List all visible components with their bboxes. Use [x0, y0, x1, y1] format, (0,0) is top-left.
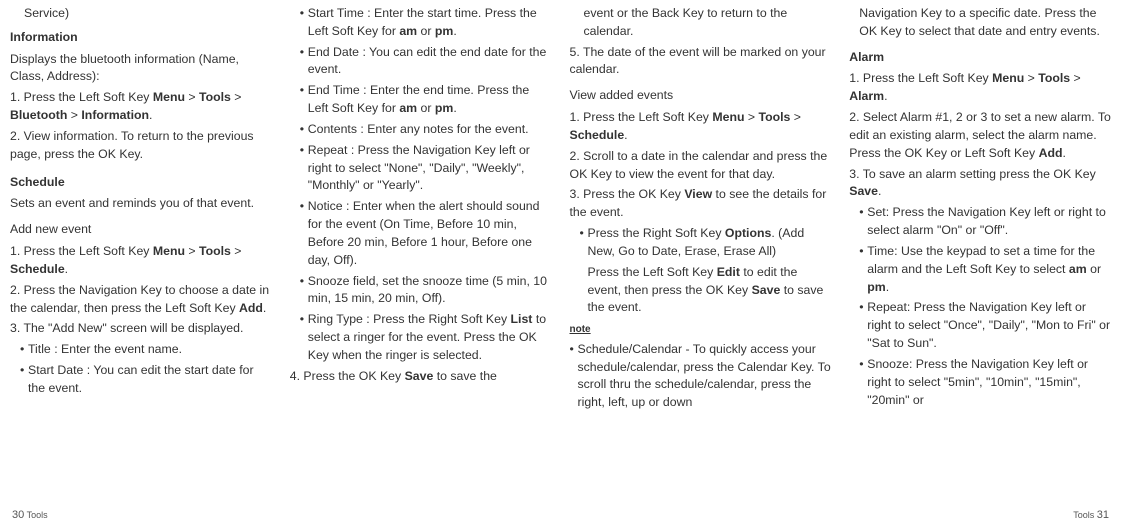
column-4: Navigation Key to a specific date. Press… [849, 0, 1111, 415]
information-heading: Information [10, 29, 272, 47]
footer-right: Tools 31 [1073, 508, 1109, 524]
view-step-3: 3. Press the OK Key View to see the deta… [570, 186, 832, 222]
info-step-1: 1. Press the Left Soft Key Menu > Tools … [10, 89, 272, 125]
bullet-endtime: •End Time : Enter the end time. Press th… [290, 82, 552, 118]
add-step-5: 5. The date of the event will be marked … [570, 44, 832, 80]
column-1: Service) Information Displays the blueto… [10, 0, 272, 415]
note-heading: note [570, 323, 832, 338]
step4-cont: event or the Back Key to return to the c… [570, 5, 832, 41]
view-edit-para: Press the Left Soft Key Edit to edit the… [570, 264, 832, 317]
bullet-starttime: •Start Time : Enter the start time. Pres… [290, 5, 552, 41]
bullet-contents: •Contents : Enter any notes for the even… [290, 121, 552, 139]
bullet-enddate: •End Date : You can edit the end date fo… [290, 44, 552, 80]
note-bullet: •Schedule/Calendar - To quickly access y… [570, 341, 832, 412]
page-footer: 30 Tools Tools 31 [0, 508, 1121, 524]
bullet-snooze: •Snooze field, set the snooze time (5 mi… [290, 273, 552, 309]
alarm-heading: Alarm [849, 49, 1111, 67]
schedule-heading: Schedule [10, 174, 272, 192]
footer-left: 30 Tools [12, 508, 48, 524]
page-number-left: 30 [12, 509, 24, 521]
column-2: •Start Time : Enter the start time. Pres… [290, 0, 552, 415]
service-tail: Service) [10, 5, 272, 23]
page-number-right: 31 [1097, 509, 1109, 521]
add-bullet-title: •Title : Enter the event name. [10, 341, 272, 359]
add-bullet-startdate: •Start Date : You can edit the start dat… [10, 362, 272, 398]
bullet-repeat: •Repeat : Press the Navigation Key left … [290, 142, 552, 195]
bullet-ringtype: •Ring Type : Press the Right Soft Key Li… [290, 311, 552, 364]
information-desc: Displays the bluetooth information (Name… [10, 51, 272, 87]
info-step-2: 2. View information. To return to the pr… [10, 128, 272, 164]
alarm-bullet-snooze: •Snooze: Press the Navigation Key left o… [849, 356, 1111, 409]
add-step-4: 4. Press the OK Key Save to save the [290, 368, 552, 386]
note-cont: Navigation Key to a specific date. Press… [849, 5, 1111, 41]
footer-label-right: Tools [1073, 510, 1094, 520]
add-step-2: 2. Press the Navigation Key to choose a … [10, 282, 272, 318]
view-added-heading: View added events [570, 87, 832, 105]
alarm-step-1: 1. Press the Left Soft Key Menu > Tools … [849, 70, 1111, 106]
view-bullet-options: •Press the Right Soft Key Options. (Add … [570, 225, 832, 261]
bullet-notice: •Notice : Enter when the alert should so… [290, 198, 552, 269]
column-3: event or the Back Key to return to the c… [570, 0, 832, 415]
add-step-3: 3. The "Add New" screen will be displaye… [10, 320, 272, 338]
footer-label-left: Tools [27, 510, 48, 520]
manual-spread: Service) Information Displays the blueto… [0, 0, 1121, 415]
schedule-desc: Sets an event and reminds you of that ev… [10, 195, 272, 213]
alarm-step-2: 2. Select Alarm #1, 2 or 3 to set a new … [849, 109, 1111, 162]
alarm-bullet-set: •Set: Press the Navigation Key left or r… [849, 204, 1111, 240]
alarm-bullet-time: •Time: Use the keypad to set a time for … [849, 243, 1111, 296]
alarm-step-3: 3. To save an alarm setting press the OK… [849, 166, 1111, 202]
add-step-1: 1. Press the Left Soft Key Menu > Tools … [10, 243, 272, 279]
view-step-1: 1. Press the Left Soft Key Menu > Tools … [570, 109, 832, 145]
add-new-event-heading: Add new event [10, 221, 272, 239]
alarm-bullet-repeat: •Repeat: Press the Navigation Key left o… [849, 299, 1111, 352]
view-step-2: 2. Scroll to a date in the calendar and … [570, 148, 832, 184]
